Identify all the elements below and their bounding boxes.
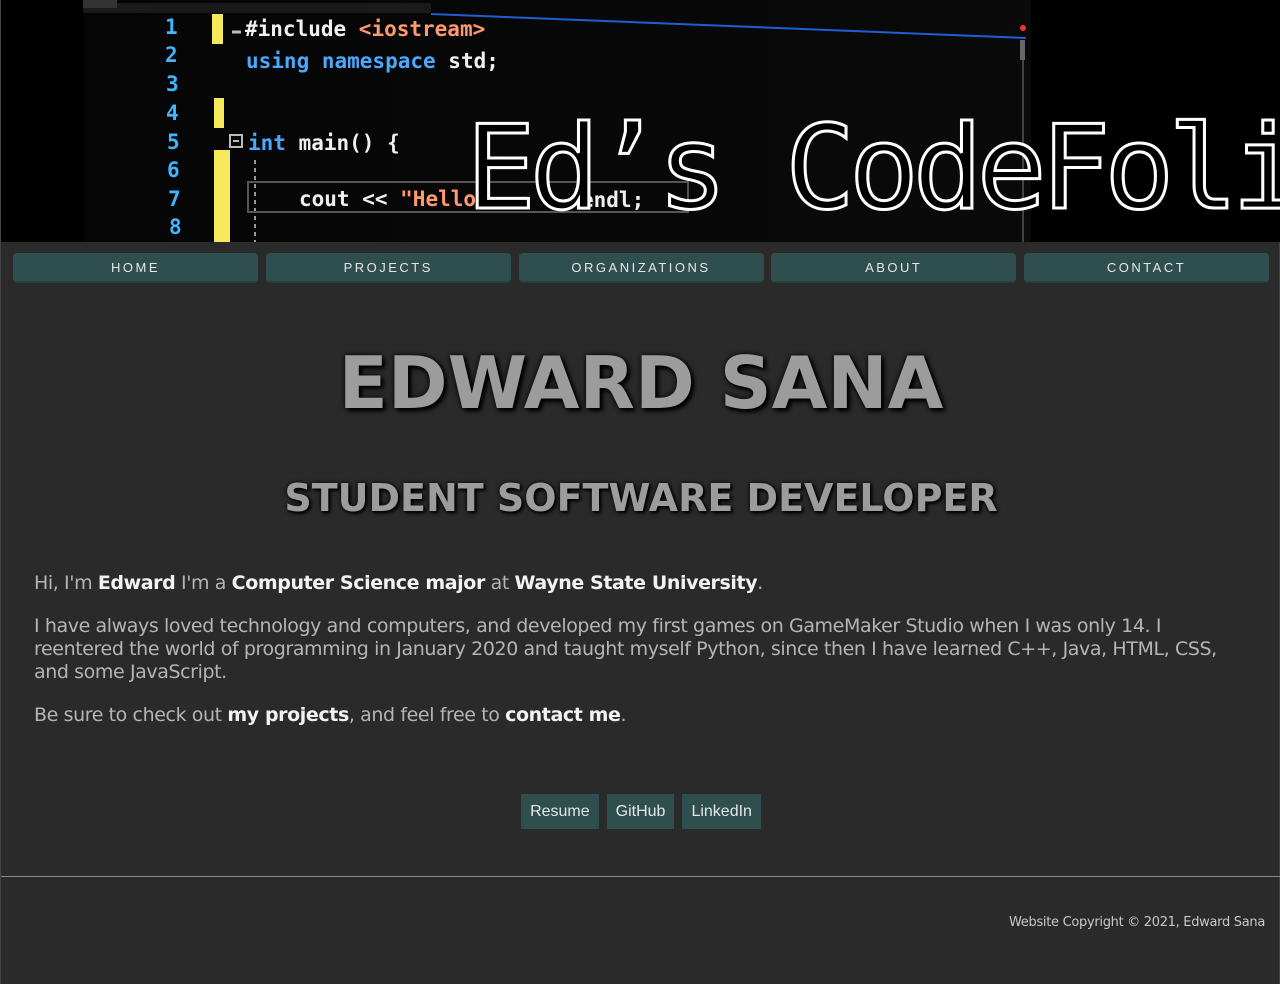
banner-image: 1 2 3 4 5 6 7 8 #include <iostream> usin… bbox=[1, 0, 1280, 242]
resume-button[interactable]: Resume bbox=[521, 794, 599, 829]
line-number: 3 bbox=[166, 72, 179, 96]
svg-text:using namespace std;: using namespace std; bbox=[246, 49, 499, 73]
nav-about[interactable]: ABOUT bbox=[771, 253, 1017, 283]
page-title: EDWARD SANA bbox=[338, 341, 944, 425]
my-projects-link[interactable]: my projects bbox=[227, 704, 349, 726]
bio-cta: Be sure to check out my projects, and fe… bbox=[34, 704, 1249, 727]
svg-text:#include <iostream>: #include <iostream> bbox=[245, 17, 485, 41]
line-number: 1 bbox=[165, 15, 178, 39]
line-number: 5 bbox=[167, 130, 180, 154]
page: 1 2 3 4 5 6 7 8 #include <iostream> usin… bbox=[0, 0, 1280, 984]
bio-text: I'm a bbox=[175, 572, 232, 594]
bio-university: Wayne State University bbox=[514, 572, 758, 594]
main-nav: HOME PROJECTS ORGANIZATIONS ABOUT CONTAC… bbox=[13, 253, 1269, 283]
header-banner: 1 2 3 4 5 6 7 8 #include <iostream> usin… bbox=[1, 0, 1280, 242]
footer-copyright: Website Copyright © 2021, Edward Sana bbox=[1009, 915, 1265, 930]
bio-section: Hi, I'm Edward I'm a Computer Science ma… bbox=[34, 572, 1249, 747]
site-title: Ed’s CodeFolio bbox=[466, 101, 1280, 236]
svg-text:int main() {: int main() { bbox=[248, 131, 400, 155]
line-number: 7 bbox=[168, 187, 181, 211]
bio-text: , and feel free to bbox=[348, 704, 506, 726]
nav-home[interactable]: HOME bbox=[13, 253, 258, 283]
line-number: 4 bbox=[166, 101, 179, 125]
bio-text: Be sure to check out bbox=[34, 704, 228, 726]
contact-me-link[interactable]: contact me bbox=[505, 704, 621, 726]
bio-history: I have always loved technology and compu… bbox=[34, 615, 1217, 683]
line-number: 8 bbox=[169, 215, 182, 239]
bio-text: at bbox=[484, 572, 515, 594]
line-number: 6 bbox=[167, 158, 180, 182]
bio-major: Computer Science major bbox=[231, 572, 486, 594]
github-button[interactable]: GitHub bbox=[606, 794, 675, 829]
nav-projects[interactable]: PROJECTS bbox=[265, 253, 511, 283]
external-links: Resume GitHub LinkedIn bbox=[1, 794, 1280, 829]
bio-name: Edward bbox=[97, 572, 176, 594]
linkedin-button[interactable]: LinkedIn bbox=[682, 794, 761, 829]
line-number: 2 bbox=[165, 43, 178, 67]
footer-divider bbox=[1, 876, 1280, 877]
bio-text: . bbox=[757, 572, 763, 594]
bio-text: . bbox=[620, 704, 627, 726]
svg-text:cout << "Hello: cout << "Hello bbox=[299, 187, 476, 211]
bio-text: Hi, I'm bbox=[34, 572, 98, 594]
nav-contact[interactable]: CONTACT bbox=[1024, 253, 1269, 283]
bio-intro: Hi, I'm Edward I'm a Computer Science ma… bbox=[34, 572, 1249, 595]
nav-organizations[interactable]: ORGANIZATIONS bbox=[518, 253, 764, 283]
page-subtitle: STUDENT SOFTWARE DEVELOPER bbox=[284, 476, 998, 520]
